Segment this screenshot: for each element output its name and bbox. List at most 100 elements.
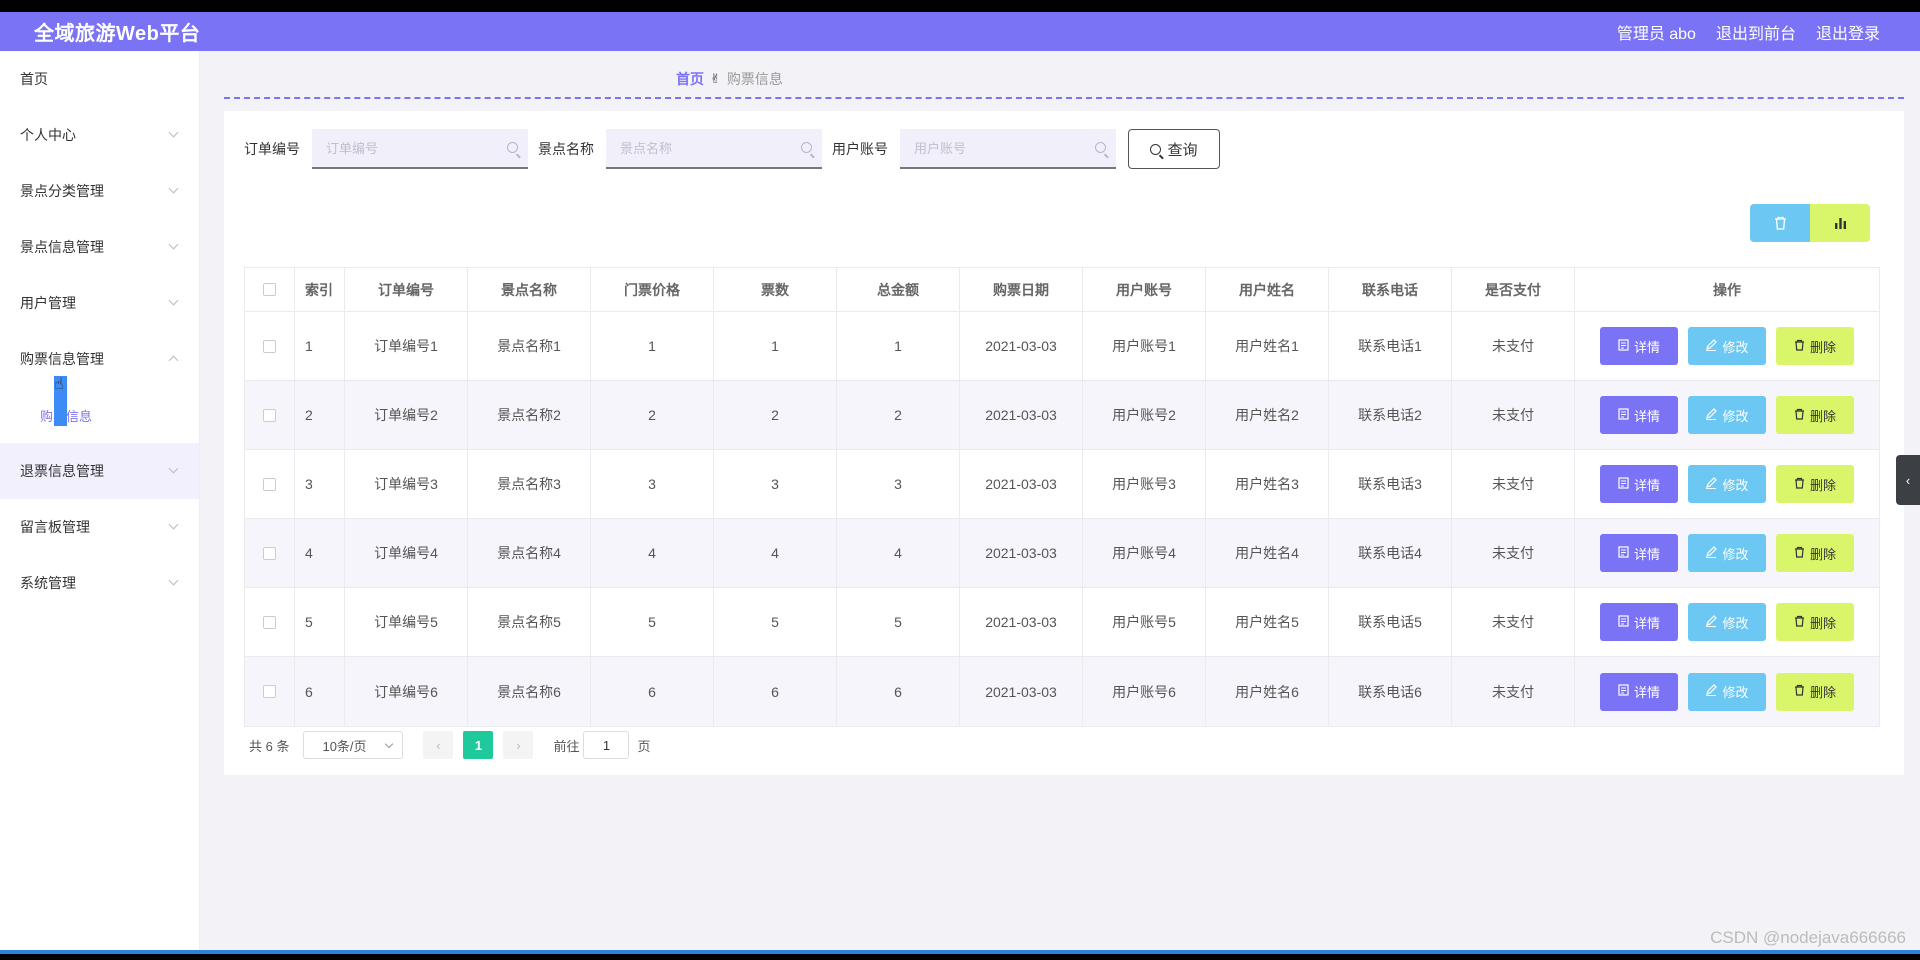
- side-panel-toggle[interactable]: ‹: [1896, 455, 1920, 505]
- row-checkbox-cell: [245, 381, 295, 449]
- detail-button[interactable]: 详情: [1600, 534, 1678, 572]
- row-checkbox[interactable]: [263, 685, 276, 698]
- column-header: 景点名称: [468, 268, 591, 311]
- sidebar-item-personal-center[interactable]: 个人中心: [0, 107, 199, 163]
- delete-button[interactable]: 删除: [1776, 534, 1854, 572]
- column-header: 订单编号: [345, 268, 468, 311]
- row-checkbox-cell: [245, 657, 295, 726]
- app-screen: 全域旅游Web平台 管理员 abo 退出到前台 退出登录 首页 个人中心 景点分…: [0, 12, 1920, 950]
- delete-button-label: 删除: [1809, 685, 1836, 700]
- page-size-select[interactable]: 10条/页: [303, 731, 404, 759]
- page-number-button[interactable]: 1: [463, 731, 494, 759]
- row-checkbox[interactable]: [263, 546, 276, 560]
- row-checkbox[interactable]: [263, 615, 276, 629]
- detail-button[interactable]: 详情: [1600, 396, 1678, 434]
- table-cell: 景点名称5: [468, 588, 591, 656]
- sidebar-item-user[interactable]: 用户管理: [0, 275, 199, 331]
- edit-button-label: 修改: [1722, 339, 1749, 355]
- table-cell: 用户账号6: [1083, 657, 1206, 726]
- detail-button-label: 详情: [1633, 546, 1660, 562]
- table-cell: 用户账号2: [1083, 381, 1206, 449]
- delete-button-label: 删除: [1809, 546, 1836, 562]
- sidebar-item-spot-info[interactable]: 景点信息管理: [0, 219, 199, 275]
- breadcrumb-home[interactable]: 首页: [676, 69, 704, 89]
- detail-button[interactable]: 详情: [1600, 465, 1678, 503]
- detail-button[interactable]: 详情: [1600, 672, 1678, 711]
- search-icon: [507, 142, 518, 153]
- detail-button[interactable]: 详情: [1600, 603, 1678, 641]
- row-checkbox[interactable]: [263, 408, 276, 422]
- table-cell: 用户姓名2: [1206, 381, 1329, 449]
- row-actions: 详情 修改 删除: [1575, 450, 1879, 518]
- edit-button[interactable]: 修改: [1688, 396, 1766, 434]
- document-icon: [1618, 407, 1629, 423]
- sidebar-item-label: 留言板管理: [20, 519, 90, 535]
- table-row: 4 订单编号4 景点名称4 4 4 4 2021-03-03 用户账号4 用户姓名4 联系电话4 未…: [245, 519, 1879, 588]
- table-cell: 订单编号2: [345, 381, 468, 449]
- table-cell: 订单编号4: [345, 519, 468, 587]
- row-checkbox[interactable]: [263, 477, 276, 491]
- sidebar-item-ticket[interactable]: 购票信息管理: [0, 331, 199, 387]
- column-header: 联系电话: [1329, 268, 1452, 311]
- spot-name-input[interactable]: [606, 129, 822, 167]
- sidebar-item-refund[interactable]: 退票信息管理: [0, 443, 199, 499]
- sidebar-subitem-ticket-info[interactable]: 购票信息: [0, 387, 199, 443]
- table-cell: 3: [837, 450, 960, 518]
- table-cell: 订单编号1: [345, 312, 468, 380]
- main-panel: 订单编号 景点名称 用户账号 查询: [224, 111, 1904, 775]
- pencil-icon: [1705, 614, 1718, 630]
- pencil-icon: [1705, 476, 1718, 492]
- select-all-checkbox[interactable]: [263, 283, 276, 296]
- row-checkbox-cell: [245, 519, 295, 587]
- order-number-input[interactable]: [312, 129, 528, 167]
- goto-page-input[interactable]: [583, 731, 630, 759]
- statistics-button[interactable]: [1810, 204, 1870, 242]
- delete-button[interactable]: 删除: [1776, 327, 1854, 365]
- edit-button[interactable]: 修改: [1688, 672, 1766, 711]
- table-cell: 4: [837, 519, 960, 587]
- admin-label: 管理员 abo: [1616, 25, 1696, 43]
- table-cell: 联系电话4: [1329, 519, 1452, 587]
- document-icon: [1618, 684, 1629, 699]
- sidebar-item-home[interactable]: 首页: [0, 51, 199, 107]
- batch-delete-button[interactable]: [1750, 204, 1810, 242]
- search-icon: [801, 142, 812, 153]
- detail-button[interactable]: 详情: [1600, 327, 1678, 365]
- table-cell: 联系电话6: [1329, 657, 1452, 726]
- sidebar-item-system[interactable]: 系统管理: [0, 555, 199, 611]
- row-checkbox[interactable]: [263, 339, 276, 353]
- spot-name-label: 景点名称: [538, 141, 594, 157]
- table-cell: 5: [837, 588, 960, 656]
- edit-button[interactable]: 修改: [1688, 465, 1766, 503]
- table-row: 2 订单编号2 景点名称2 2 2 2 2021-03-03 用户账号2 用户姓名2 联系电话2 未…: [245, 381, 1879, 450]
- sidebar-item-spot-category[interactable]: 景点分类管理: [0, 163, 199, 219]
- breadcrumb-separator-icon: ✌: [710, 71, 721, 86]
- next-page-button[interactable]: ›: [503, 731, 534, 759]
- sidebar-item-label: 景点分类管理: [20, 183, 104, 199]
- table-cell: 2021-03-03: [960, 381, 1083, 449]
- bar-chart-icon: [1834, 218, 1846, 229]
- exit-to-front-link[interactable]: 退出到前台: [1716, 20, 1796, 44]
- table-cell: 联系电话5: [1329, 588, 1452, 656]
- delete-button-label: 删除: [1809, 339, 1836, 355]
- edit-button[interactable]: 修改: [1688, 534, 1766, 572]
- row-actions: 详情 修改 删除: [1575, 588, 1879, 656]
- prev-page-button[interactable]: ‹: [423, 731, 454, 759]
- delete-button[interactable]: 删除: [1776, 465, 1854, 503]
- table-cell: 景点名称1: [468, 312, 591, 380]
- user-account-input[interactable]: [900, 129, 1116, 167]
- query-button[interactable]: 查询: [1128, 129, 1220, 169]
- delete-button[interactable]: 删除: [1776, 396, 1854, 434]
- edit-button[interactable]: 修改: [1688, 603, 1766, 641]
- table-cell: 2: [837, 381, 960, 449]
- delete-button[interactable]: 删除: [1776, 603, 1854, 641]
- sidebar-item-message-board[interactable]: 留言板管理: [0, 499, 199, 555]
- row-actions: 详情 修改 删除: [1575, 519, 1879, 587]
- logout-link[interactable]: 退出登录: [1816, 20, 1880, 44]
- edit-button-label: 修改: [1722, 685, 1749, 700]
- column-header: 门票价格: [591, 268, 714, 311]
- top-actions: 管理员 abo 退出到前台 退出登录: [1617, 20, 1880, 44]
- user-account-field: [900, 129, 1116, 169]
- delete-button[interactable]: 删除: [1776, 672, 1854, 711]
- edit-button[interactable]: 修改: [1688, 327, 1766, 365]
